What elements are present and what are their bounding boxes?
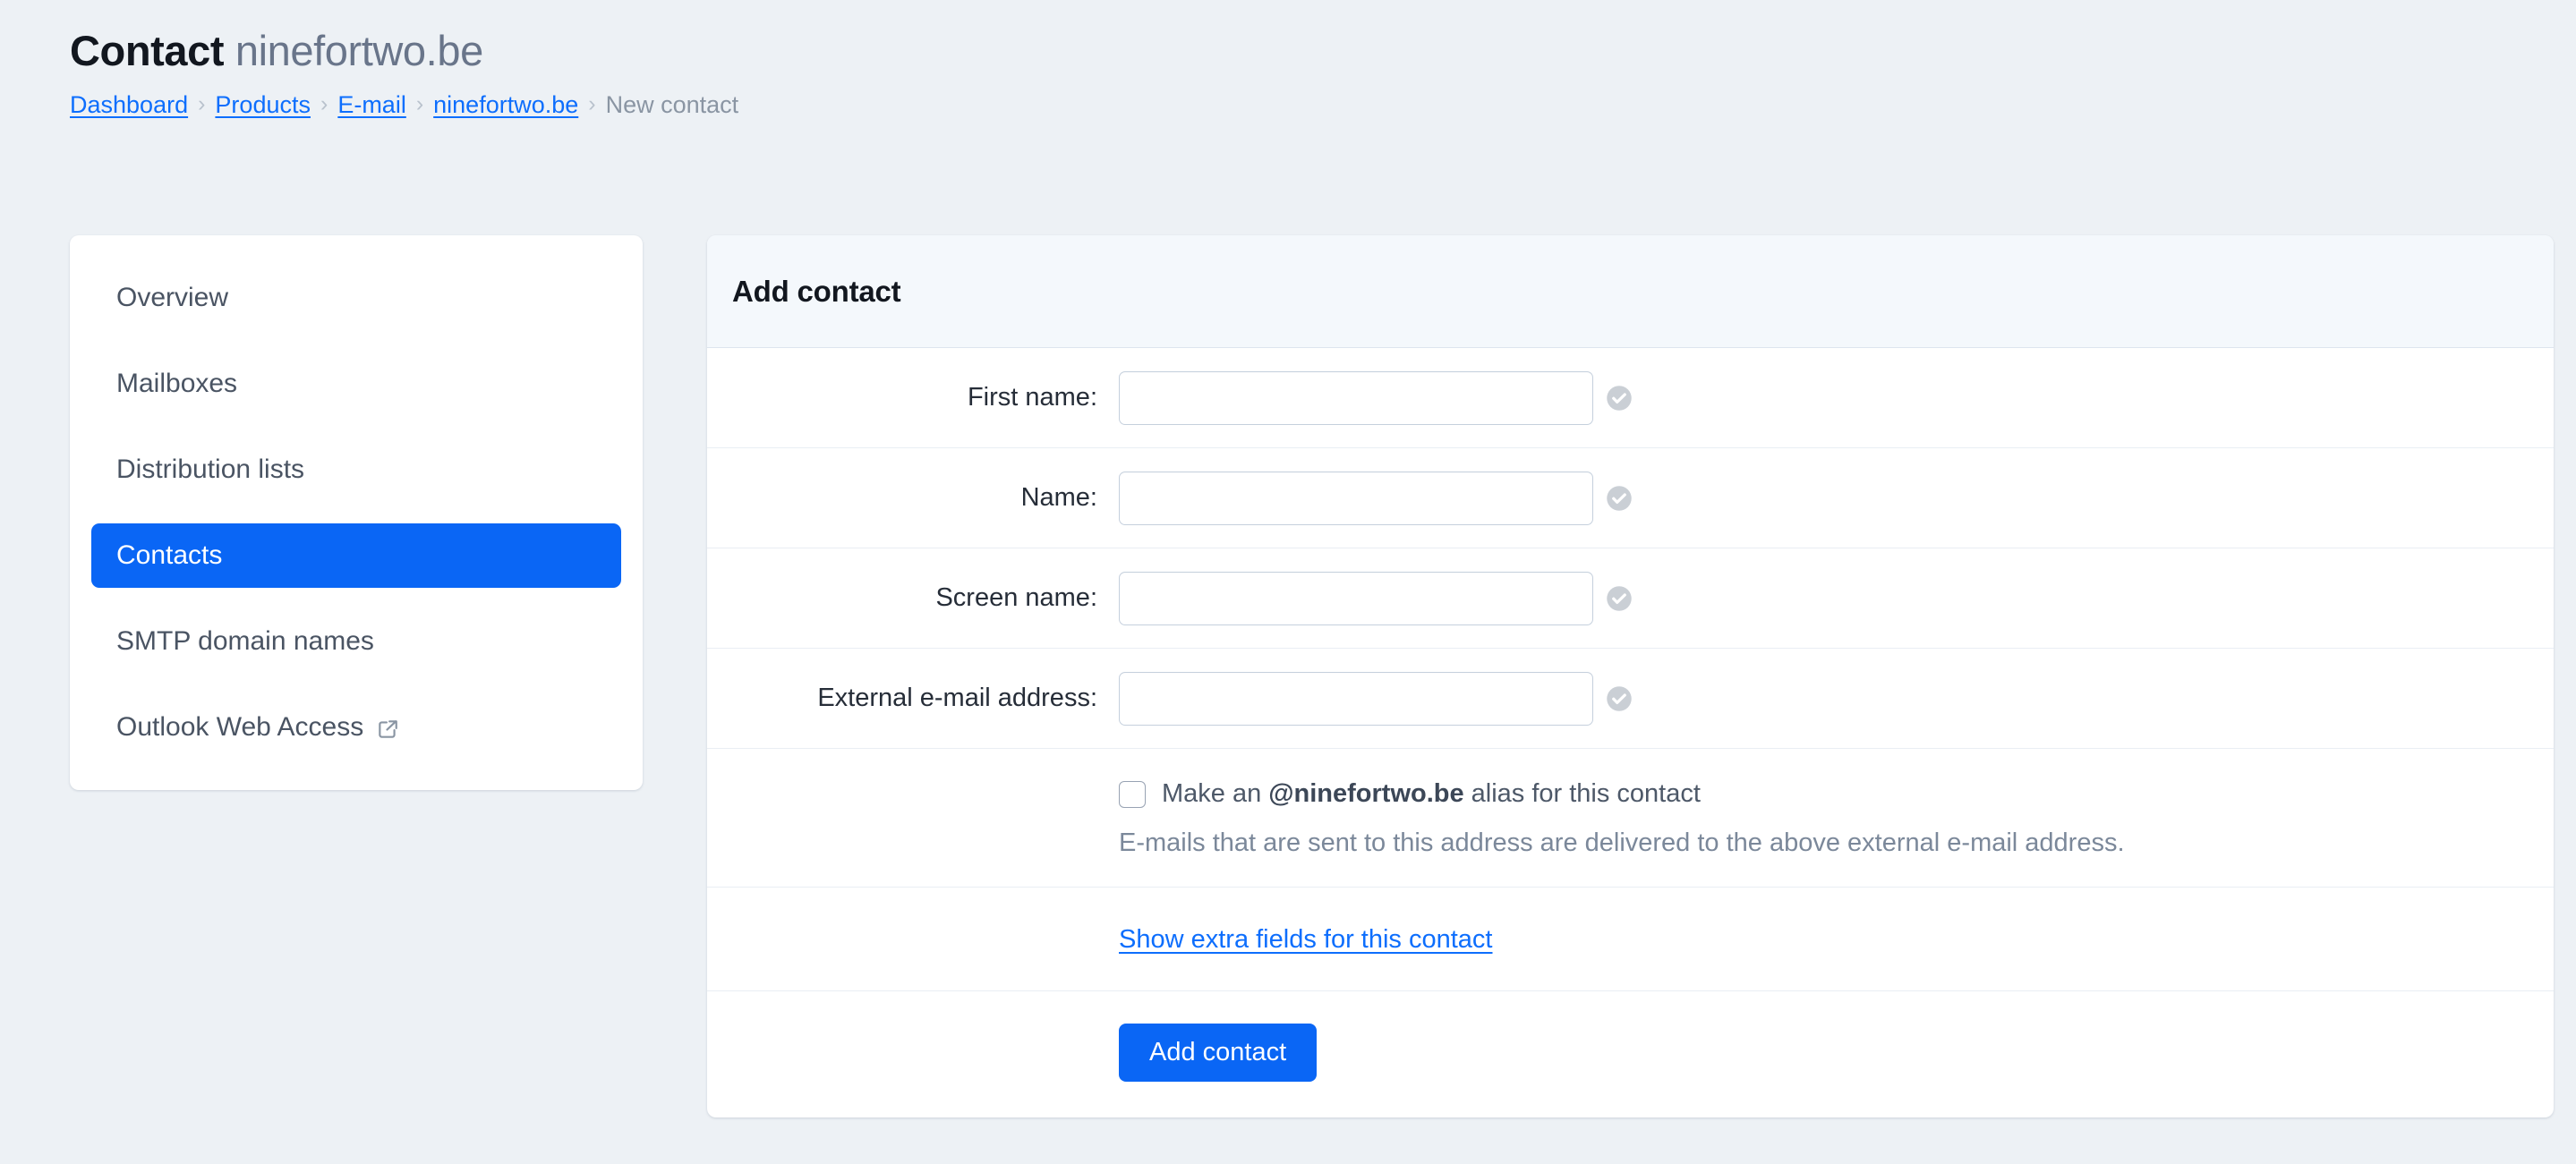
card-title: Add contact	[732, 274, 901, 308]
sidebar-item-distribution-lists[interactable]: Distribution lists	[91, 438, 621, 502]
breadcrumb-separator-icon: ›	[198, 91, 206, 116]
submit-section: Add contact	[707, 991, 2554, 1117]
sidebar-item-label: Overview	[116, 283, 229, 312]
page-root: Contact ninefortwo.be Dashboard › Produc…	[0, 0, 2576, 1164]
extra-fields-section: Show extra fields for this contact	[707, 888, 2554, 991]
name-input[interactable]	[1119, 471, 1593, 525]
first-name-field-group	[1119, 370, 2527, 425]
breadcrumb-item-dashboard[interactable]: Dashboard	[70, 89, 188, 120]
breadcrumb-item-products[interactable]: Products	[215, 89, 311, 120]
extra-fields-inner: Show extra fields for this contact	[1119, 925, 2527, 955]
check-circle-icon	[1606, 685, 1633, 712]
form-row-screen-name: Screen name:	[707, 548, 2554, 649]
submit-inner: Add contact	[1119, 1024, 2527, 1082]
card-header: Add contact	[707, 235, 2554, 348]
sidebar-item-label: SMTP domain names	[116, 626, 374, 656]
name-label: Name:	[1020, 483, 1097, 512]
page-title-strong: Contact	[70, 27, 225, 74]
page-title: Contact ninefortwo.be	[70, 25, 2039, 77]
sidebar-item-label: Outlook Web Access	[116, 712, 364, 742]
sidebar-item-mailboxes[interactable]: Mailboxes	[91, 352, 621, 416]
external-link-icon	[376, 718, 399, 741]
alias-domain: @ninefortwo.be	[1268, 779, 1464, 808]
breadcrumb-separator-icon: ›	[320, 91, 328, 116]
breadcrumb-separator-icon: ›	[588, 91, 596, 116]
screen-name-input[interactable]	[1119, 571, 1593, 625]
card-body: First name: Name: Screen name: External …	[707, 348, 2554, 1117]
page-title-muted: ninefortwo.be	[235, 27, 483, 74]
sidebar-nav: Overview Mailboxes Distribution lists Co…	[70, 235, 643, 790]
first-name-input[interactable]	[1119, 370, 1593, 425]
alias-text-after: alias for this contact	[1471, 779, 1701, 808]
sidebar-item-label: Contacts	[116, 540, 223, 570]
alias-text-before: Make an	[1162, 779, 1262, 808]
screen-name-label: Screen name:	[935, 583, 1097, 612]
external-email-input[interactable]	[1119, 671, 1593, 726]
external-email-label: External e-mail address:	[817, 684, 1097, 712]
alias-section: Make an @ninefortwo.be alias for this co…	[707, 749, 2554, 888]
add-contact-card: Add contact First name: Name: Screen nam…	[707, 235, 2554, 1117]
check-circle-icon	[1606, 485, 1633, 512]
sidebar-item-label: Mailboxes	[116, 369, 238, 398]
screen-name-field-group	[1119, 571, 2527, 625]
check-circle-icon	[1606, 585, 1633, 612]
alias-help-text: E-mails that are sent to this address ar…	[1119, 828, 2125, 857]
breadcrumb-item-current: New contact	[605, 91, 739, 118]
add-contact-button[interactable]: Add contact	[1119, 1024, 1318, 1082]
form-row-name: Name:	[707, 448, 2554, 548]
sidebar-item-overview[interactable]: Overview	[91, 266, 621, 330]
alias-checkbox[interactable]	[1119, 780, 1146, 808]
alias-inner: Make an @ninefortwo.be alias for this co…	[1119, 779, 2527, 858]
breadcrumb: Dashboard › Products › E-mail › ninefort…	[70, 89, 2039, 120]
breadcrumb-separator-icon: ›	[415, 91, 424, 116]
first-name-label: First name:	[967, 383, 1097, 412]
show-extra-fields-link[interactable]: Show extra fields for this contact	[1119, 925, 1492, 954]
sidebar-item-outlook-web-access[interactable]: Outlook Web Access	[91, 695, 621, 760]
name-field-group	[1119, 471, 2527, 525]
check-circle-icon	[1606, 385, 1633, 412]
sidebar-item-label: Distribution lists	[116, 455, 305, 484]
form-row-first-name: First name:	[707, 348, 2554, 448]
form-row-external-email: External e-mail address:	[707, 649, 2554, 749]
alias-checkbox-row[interactable]: Make an @ninefortwo.be alias for this co…	[1119, 779, 2527, 809]
page-header: Contact ninefortwo.be Dashboard › Produc…	[70, 25, 2039, 120]
breadcrumb-item-email[interactable]: E-mail	[337, 89, 406, 120]
external-email-field-group	[1119, 671, 2527, 726]
sidebar-item-contacts[interactable]: Contacts	[91, 523, 621, 588]
breadcrumb-item-domain[interactable]: ninefortwo.be	[433, 89, 578, 120]
sidebar-item-smtp-domain-names[interactable]: SMTP domain names	[91, 609, 621, 674]
